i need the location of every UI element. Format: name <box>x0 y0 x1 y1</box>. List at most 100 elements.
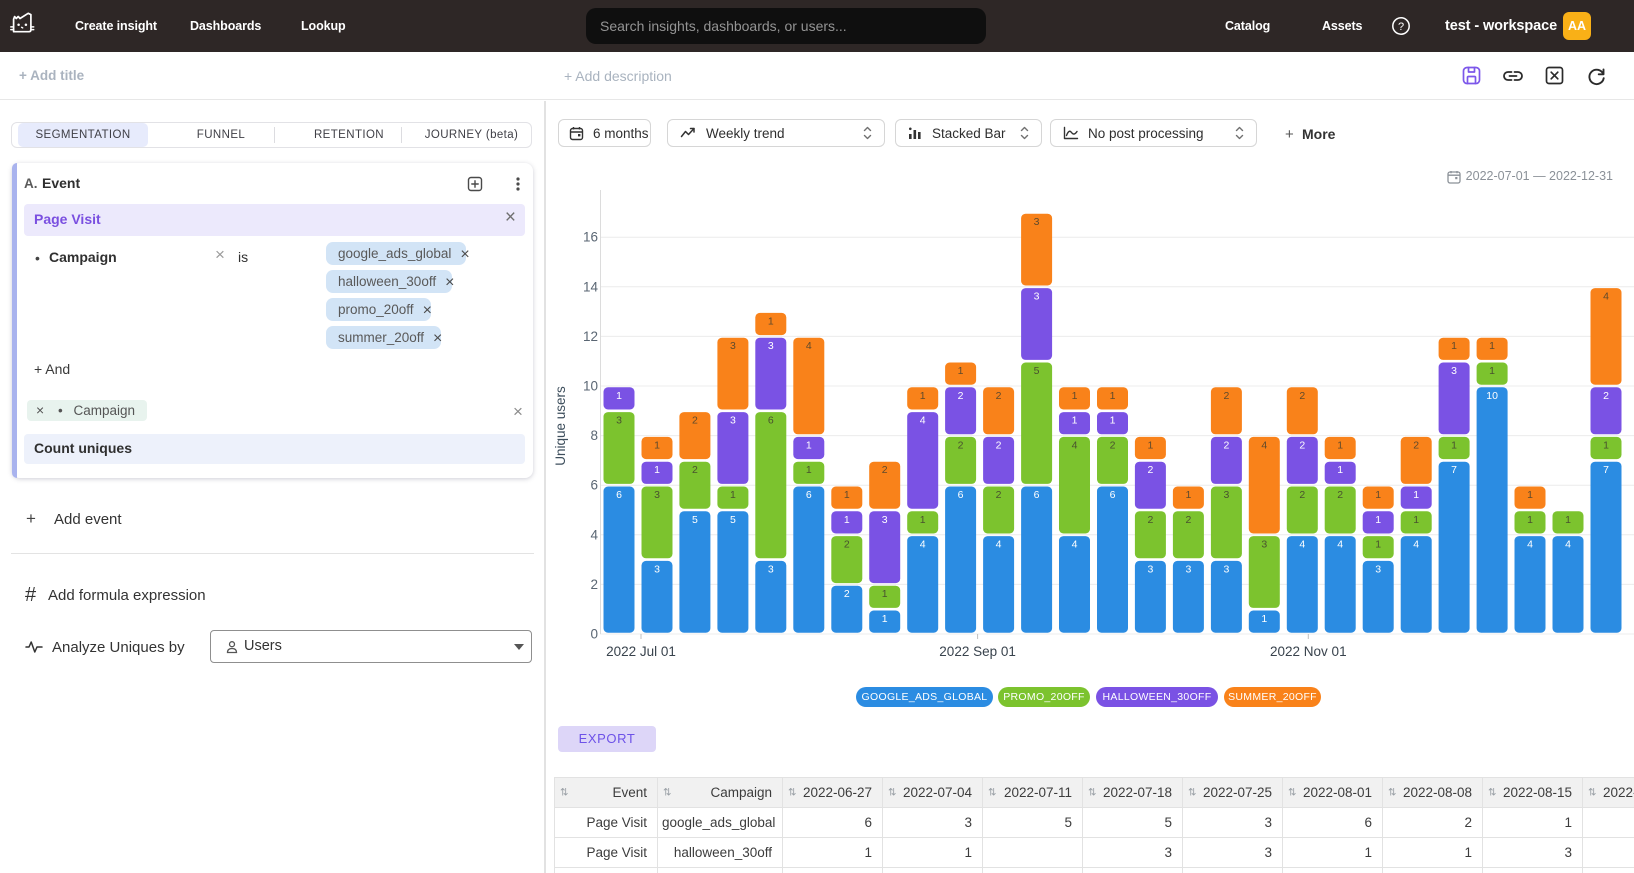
svg-text:2: 2 <box>1147 514 1153 526</box>
svg-text:4: 4 <box>1527 539 1533 551</box>
svg-text:3: 3 <box>768 340 774 352</box>
svg-text:5: 5 <box>692 514 698 526</box>
svg-text:2: 2 <box>958 439 964 451</box>
svg-text:1: 1 <box>1337 439 1343 451</box>
svg-text:2: 2 <box>996 439 1002 451</box>
svg-text:3: 3 <box>882 514 888 526</box>
svg-text:4: 4 <box>1299 539 1305 551</box>
svg-text:2: 2 <box>692 464 698 476</box>
svg-text:1: 1 <box>1261 613 1267 625</box>
svg-text:4: 4 <box>1413 539 1419 551</box>
svg-text:1: 1 <box>1565 514 1571 526</box>
svg-text:1: 1 <box>1337 464 1343 476</box>
svg-text:3: 3 <box>1034 216 1040 228</box>
svg-text:4: 4 <box>1072 539 1078 551</box>
svg-text:1: 1 <box>654 464 660 476</box>
svg-text:2: 2 <box>1110 439 1116 451</box>
svg-text:2: 2 <box>1299 489 1305 501</box>
svg-text:2: 2 <box>590 577 598 592</box>
svg-text:2: 2 <box>844 539 850 551</box>
svg-text:0: 0 <box>590 627 598 642</box>
svg-text:6: 6 <box>1034 489 1040 501</box>
svg-text:16: 16 <box>583 230 598 245</box>
svg-text:2: 2 <box>844 588 850 600</box>
svg-text:3: 3 <box>768 563 774 575</box>
svg-text:2: 2 <box>1223 390 1229 402</box>
svg-text:5: 5 <box>730 514 736 526</box>
svg-text:3: 3 <box>1375 563 1381 575</box>
svg-text:6: 6 <box>590 478 598 493</box>
svg-text:2022 Sep 01: 2022 Sep 01 <box>939 644 1016 659</box>
svg-text:3: 3 <box>654 489 660 501</box>
svg-text:1: 1 <box>654 439 660 451</box>
svg-text:1: 1 <box>1375 489 1381 501</box>
svg-text:5: 5 <box>1034 365 1040 377</box>
svg-text:2: 2 <box>996 390 1002 402</box>
svg-text:3: 3 <box>730 340 736 352</box>
svg-text:2: 2 <box>1413 439 1419 451</box>
svg-text:1: 1 <box>1451 340 1457 352</box>
svg-text:1: 1 <box>1110 390 1116 402</box>
svg-text:1: 1 <box>1375 539 1381 551</box>
svg-text:3: 3 <box>654 563 660 575</box>
svg-text:1: 1 <box>806 464 812 476</box>
svg-text:1: 1 <box>1603 439 1609 451</box>
svg-text:12: 12 <box>583 329 598 344</box>
svg-text:4: 4 <box>806 340 812 352</box>
svg-text:1: 1 <box>1147 439 1153 451</box>
svg-text:3: 3 <box>1451 365 1457 377</box>
svg-text:2: 2 <box>692 415 698 427</box>
svg-text:1: 1 <box>882 613 888 625</box>
svg-text:2022 Nov 01: 2022 Nov 01 <box>1270 644 1347 659</box>
svg-text:2: 2 <box>1603 390 1609 402</box>
svg-text:?: ? <box>1398 21 1404 33</box>
svg-text:7: 7 <box>1451 464 1457 476</box>
svg-text:1: 1 <box>844 514 850 526</box>
svg-text:4: 4 <box>590 527 598 542</box>
svg-text:1: 1 <box>1451 439 1457 451</box>
svg-text:3: 3 <box>1223 563 1229 575</box>
svg-text:1: 1 <box>1413 489 1419 501</box>
svg-text:1: 1 <box>616 390 622 402</box>
svg-text:6: 6 <box>806 489 812 501</box>
svg-text:1: 1 <box>1527 489 1533 501</box>
svg-text:2: 2 <box>882 464 888 476</box>
svg-text:Unique users: Unique users <box>553 386 568 466</box>
svg-text:6: 6 <box>1110 489 1116 501</box>
svg-text:8: 8 <box>590 428 598 443</box>
svg-text:4: 4 <box>1337 539 1343 551</box>
svg-text:1: 1 <box>920 390 926 402</box>
svg-text:2022 Jul 01: 2022 Jul 01 <box>606 644 676 659</box>
svg-text:2: 2 <box>1223 439 1229 451</box>
svg-text:3: 3 <box>1034 291 1040 303</box>
svg-text:2: 2 <box>996 489 1002 501</box>
svg-text:1: 1 <box>768 315 774 327</box>
svg-text:6: 6 <box>958 489 964 501</box>
svg-text:3: 3 <box>616 415 622 427</box>
svg-text:1: 1 <box>806 439 812 451</box>
svg-text:14: 14 <box>583 279 599 294</box>
svg-text:1: 1 <box>882 588 888 600</box>
svg-text:1: 1 <box>1072 390 1078 402</box>
svg-text:3: 3 <box>1261 539 1267 551</box>
svg-text:10: 10 <box>1486 390 1498 402</box>
svg-text:4: 4 <box>996 539 1002 551</box>
svg-text:4: 4 <box>920 539 926 551</box>
svg-text:2: 2 <box>1337 489 1343 501</box>
svg-text:1: 1 <box>1110 415 1116 427</box>
svg-text:1: 1 <box>1185 489 1191 501</box>
svg-text:3: 3 <box>1185 563 1191 575</box>
svg-text:1: 1 <box>920 514 926 526</box>
svg-text:1: 1 <box>1072 415 1078 427</box>
svg-text:3: 3 <box>1223 489 1229 501</box>
svg-text:7: 7 <box>1603 464 1609 476</box>
svg-text:1: 1 <box>730 489 736 501</box>
svg-text:6: 6 <box>768 415 774 427</box>
svg-text:3: 3 <box>730 415 736 427</box>
svg-text:1: 1 <box>1527 514 1533 526</box>
svg-text:4: 4 <box>1072 439 1078 451</box>
svg-text:1: 1 <box>1413 514 1419 526</box>
svg-text:2: 2 <box>1299 439 1305 451</box>
svg-text:4: 4 <box>1603 291 1609 303</box>
svg-text:1: 1 <box>1489 340 1495 352</box>
